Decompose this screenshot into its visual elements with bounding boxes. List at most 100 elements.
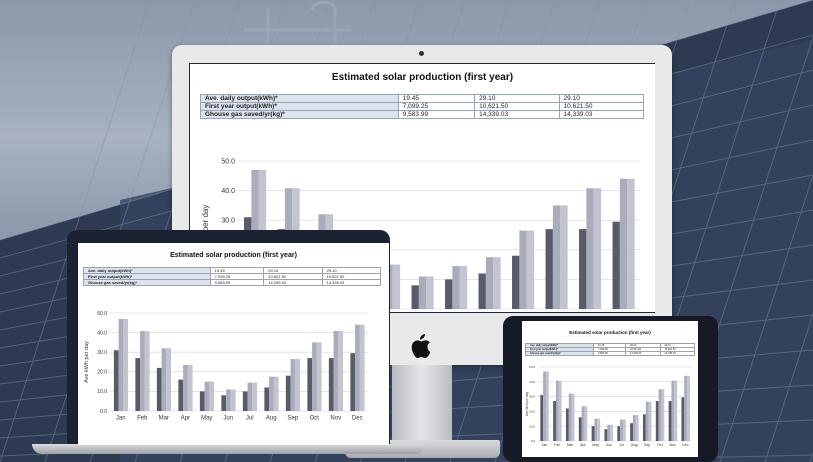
y-tick-label: 40.0 xyxy=(97,330,107,336)
bar-feb-series-2 xyxy=(555,380,559,441)
bar-aug-series-3 xyxy=(493,257,501,309)
bar-oct-series-1 xyxy=(545,229,553,309)
x-tick-label: Mar xyxy=(159,416,169,422)
y-tick-label: 50.0 xyxy=(97,311,107,317)
bar-mar-series-3 xyxy=(571,393,575,441)
bar-oct-series-1 xyxy=(307,358,313,411)
y-tick-label: 0.0 xyxy=(531,439,536,443)
bar-mar-series-1 xyxy=(156,367,162,411)
bar-may-series-3 xyxy=(597,418,601,441)
bar-mar-series-1 xyxy=(565,408,569,441)
bar-jan-series-3 xyxy=(545,371,549,441)
stats-table: Ave. daily output(kWh)* 19.45 29.10 29.10 Fi… xyxy=(525,343,696,356)
bar-dec-series-2 xyxy=(684,375,688,441)
bar-may-series-2 xyxy=(204,381,210,411)
bar-jan-series-2 xyxy=(118,318,124,411)
bar-dec-series-2 xyxy=(355,324,360,411)
x-tick-label: Nov xyxy=(670,443,677,447)
desktop-scene: Estimated solar production (first year) … xyxy=(0,0,813,462)
x-tick-label: Dec xyxy=(352,416,363,422)
x-tick-label: Feb xyxy=(137,416,148,422)
bar-oct-series-3 xyxy=(316,342,322,411)
stats-cell: 7,099.25 xyxy=(397,102,476,111)
monthly-output-chart: 0.0 10.0 20.0 30.0 40.0 50.0 Ave kWh per day Ja… xyxy=(525,365,692,447)
stats-cell: 29.10 xyxy=(474,94,560,103)
bar-aug-series-3 xyxy=(273,376,279,411)
stats-cell: 14,339.03 xyxy=(558,110,645,119)
y-axis-label: Ave kWh per day xyxy=(84,341,90,383)
y-tick-label: 20.0 xyxy=(97,370,107,376)
bar-aug-series-1 xyxy=(630,423,633,441)
bar-may-series-3 xyxy=(209,381,215,411)
bar-may-series-1 xyxy=(199,391,205,411)
x-tick-label: Aug xyxy=(631,443,637,447)
bar-jan-series-1 xyxy=(113,350,119,411)
bar-aug-series-1 xyxy=(264,387,270,411)
stats-row-label: First year output(kWh)* xyxy=(200,102,399,111)
bar-jan-series-3 xyxy=(123,318,129,411)
bar-nov-series-3 xyxy=(338,331,344,411)
bar-dec-series-2 xyxy=(619,178,628,309)
bar-dec-series-1 xyxy=(350,353,356,411)
bar-sep-series-2 xyxy=(290,359,296,411)
x-tick-label: Dec xyxy=(682,443,689,447)
tablet-screen: Estimated solar production (first year) … xyxy=(522,321,698,457)
bar-oct-series-3 xyxy=(560,205,568,309)
stats-row: Ghouse gas saved/yr(kg)* 9,583.99 14,339.0… xyxy=(200,110,645,119)
x-tick-label: May xyxy=(592,443,599,447)
bar-mar-series-2 xyxy=(161,348,167,411)
bar-sep-series-3 xyxy=(295,359,301,411)
bar-jul-series-3 xyxy=(622,419,626,441)
x-tick-label: Jan xyxy=(542,443,548,447)
y-tick-label: 30.0 xyxy=(529,395,535,399)
y-tick-label: 50.0 xyxy=(221,158,235,165)
bar-jul-series-2 xyxy=(620,419,623,441)
bar-apr-series-2 xyxy=(183,364,188,411)
x-tick-label: Sep xyxy=(644,443,650,447)
bar-jun-series-2 xyxy=(226,389,231,411)
stats-cell: 14,339.03 xyxy=(625,351,661,356)
x-tick-label: May xyxy=(201,416,212,422)
stats-cell: 14,339.03 xyxy=(263,279,323,286)
bar-jun-series-3 xyxy=(426,276,434,309)
y-tick-label: 10.0 xyxy=(529,424,535,428)
bar-jul-series-3 xyxy=(252,382,258,411)
bar-nov-series-3 xyxy=(674,380,678,441)
bar-may-series-3 xyxy=(392,264,401,309)
x-tick-label: Jan xyxy=(116,416,126,422)
bar-feb-series-3 xyxy=(144,331,150,411)
monthly-output-chart: 0.0 10.0 20.0 30.0 40.0 50.0 Ave kWh per day Ja… xyxy=(84,311,368,422)
bar-jul-series-2 xyxy=(247,382,253,411)
bar-dec-series-3 xyxy=(687,375,690,441)
bar-mar-series-2 xyxy=(568,393,572,441)
camera-icon xyxy=(419,51,424,56)
bar-nov-series-3 xyxy=(593,188,602,309)
bar-dec-series-3 xyxy=(359,324,365,411)
stats-row: Ave. daily output(kWh)* 19.45 29.10 29.10 xyxy=(200,94,645,103)
stats-cell: 29.10 xyxy=(558,94,645,103)
bar-jul-series-3 xyxy=(459,266,468,309)
bar-feb-series-1 xyxy=(135,358,141,411)
x-tick-label: Feb xyxy=(554,443,560,447)
bar-sep-series-3 xyxy=(526,230,535,309)
x-tick-label: Jul xyxy=(619,443,624,447)
stats-row-label: Ave. daily output(kWh)* xyxy=(200,94,399,103)
bar-apr-series-2 xyxy=(581,406,585,441)
stats-row-label: Ghouse gas saved/yr(kg)* xyxy=(83,279,211,286)
y-axis-label: Ave kWh per day xyxy=(525,391,529,416)
stats-row: First year output(kWh)* 7,099.25 10,621.50… xyxy=(200,102,645,111)
bar-aug-series-3 xyxy=(635,415,639,441)
bar-sep-series-1 xyxy=(512,255,520,309)
y-tick-label: 40.0 xyxy=(221,188,235,195)
bar-apr-series-1 xyxy=(578,417,582,441)
bar-jun-series-2 xyxy=(607,424,611,441)
stats-table: Ave. daily output(kWh)* 19.45 29.10 29.10 Fi… xyxy=(83,267,382,286)
bar-jun-series-1 xyxy=(604,429,608,441)
bar-apr-series-3 xyxy=(584,406,588,441)
stats-cell: 10,621.50 xyxy=(558,102,645,111)
report-title: Estimated solar production (first year) xyxy=(170,252,297,259)
stats-cell: 9,583.99 xyxy=(592,351,627,356)
stats-row-label: Ghouse gas saved/yr(kg)* xyxy=(200,110,399,119)
bar-aug-series-2 xyxy=(632,415,636,441)
x-tick-label: Nov xyxy=(330,416,341,422)
